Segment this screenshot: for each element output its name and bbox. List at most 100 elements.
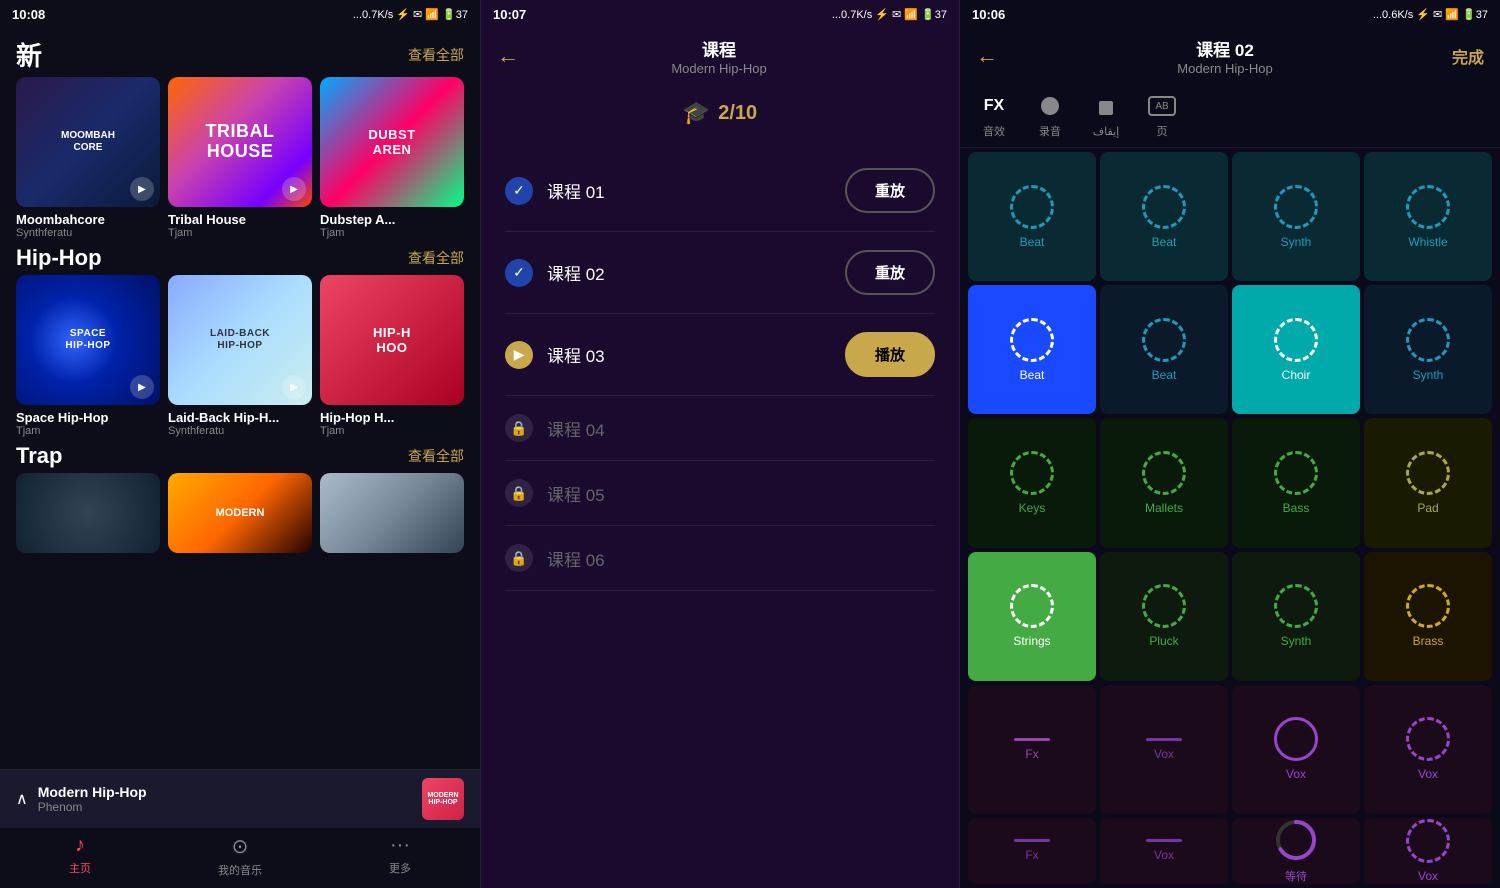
course-item-02[interactable]: ✓ 课程 02 重放 — [505, 232, 935, 314]
course-btn-02[interactable]: 重放 — [845, 250, 935, 295]
card-dubstep[interactable]: DUBSTAREN Dubstep A... Tjam — [320, 77, 464, 239]
panel3-header: ← 课程 02 Modern Hip-Hop 完成 — [960, 28, 1500, 84]
vox5-label: Vox — [1418, 869, 1438, 883]
tab-music[interactable]: ⊙ 我的音乐 — [160, 834, 320, 878]
course-status-locked-06: 🔒 — [505, 544, 533, 572]
course-btn-01[interactable]: 重放 — [845, 168, 935, 213]
card-moombahcore[interactable]: MOOMBAHCORE ▶ Moombahcore Synthferatu — [16, 77, 160, 239]
inst-keys[interactable]: Keys — [968, 418, 1096, 547]
strings-label: Strings — [1013, 634, 1050, 648]
card-trap3[interactable] — [320, 473, 464, 553]
inst-vox1[interactable]: Vox — [1100, 685, 1228, 814]
vox2-label: Vox — [1286, 767, 1306, 781]
record-label: 录音 — [1039, 123, 1061, 139]
record-icon — [1041, 97, 1059, 115]
keys-label: Keys — [1019, 501, 1046, 515]
course-status-locked-04: 🔒 — [505, 414, 533, 442]
stop-icon-box — [1088, 94, 1124, 122]
time-3: 10:06 — [972, 7, 1005, 22]
strings-circle — [1010, 584, 1054, 628]
panel3-header-center: 课程 02 Modern Hip-Hop — [998, 36, 1452, 76]
whistle-label: Whistle — [1408, 235, 1447, 249]
beat3-label: Beat — [1020, 368, 1045, 382]
inst-pad[interactable]: Pad — [1364, 418, 1492, 547]
tab-more[interactable]: ··· 更多 — [320, 834, 480, 878]
card-image-trap1 — [16, 473, 160, 553]
card-laidback[interactable]: LAID-BACKHIP-HOP ▶ Laid-Back Hip-H... Sy… — [168, 275, 312, 437]
panel-instruments: 10:06 ...0.6K/s ⚡ ✉ 📶 🔋37 ← 课程 02 Modern… — [960, 0, 1500, 888]
synth1-label: Synth — [1281, 235, 1312, 249]
back-button-3[interactable]: ← — [976, 43, 998, 69]
vox5-circle — [1406, 819, 1450, 863]
inst-strings[interactable]: Strings — [968, 552, 1096, 681]
tool-fx[interactable]: FX 音效 — [976, 92, 1012, 139]
inst-mallets[interactable]: Mallets — [1100, 418, 1228, 547]
inst-beat1[interactable]: Beat — [968, 152, 1096, 281]
view-all-new[interactable]: 查看全部 — [408, 45, 464, 65]
card-trap1[interactable] — [16, 473, 160, 553]
tab-home[interactable]: ♪ 主页 — [0, 834, 160, 878]
card-trap2[interactable]: MODERN — [168, 473, 312, 553]
synth2-circle — [1406, 318, 1450, 362]
whistle-circle — [1406, 185, 1450, 229]
card-space[interactable]: SPACEHIP-HOP ▶ Space Hip-Hop Tjam — [16, 275, 160, 437]
course-label-05: 课程 05 — [547, 481, 935, 506]
course-label-04: 课程 04 — [547, 416, 935, 441]
view-all-trap[interactable]: 查看全部 — [408, 446, 464, 466]
pluck-label: Pluck — [1149, 634, 1178, 648]
tool-ab[interactable]: AB 页 — [1144, 92, 1180, 139]
tab-more-label: 更多 — [389, 860, 411, 876]
inst-beat4[interactable]: Beat — [1100, 285, 1228, 414]
beat1-label: Beat — [1020, 235, 1045, 249]
inst-vox2[interactable]: Vox — [1232, 685, 1360, 814]
expand-icon[interactable]: ∧ — [16, 789, 28, 809]
view-all-hiphop[interactable]: 查看全部 — [408, 248, 464, 268]
bass-circle — [1274, 451, 1318, 495]
card-tribal[interactable]: TRIBALHOUSE ▶ Tribal House Tjam — [168, 77, 312, 239]
course-btn-03[interactable]: 播放 — [845, 332, 935, 377]
tool-stop[interactable]: إيقاف — [1088, 94, 1124, 138]
synth1-circle — [1274, 185, 1318, 229]
course-item-03[interactable]: ▶ 课程 03 播放 — [505, 314, 935, 396]
inst-beat3[interactable]: Beat — [968, 285, 1096, 414]
vox1-label: Vox — [1154, 747, 1174, 761]
now-playing-artist: Phenom — [38, 800, 412, 814]
inst-fx1[interactable]: Fx — [968, 685, 1096, 814]
now-playing-bar[interactable]: ∧ Modern Hip-Hop Phenom MODERNHIP-HOP — [0, 770, 480, 828]
inst-synth3[interactable]: Synth — [1232, 552, 1360, 681]
panel-browse: 10:08 ...0.7K/s ⚡ ✉ 📶 🔋37 新 查看全部 MOOMBAH… — [0, 0, 480, 888]
synth2-label: Synth — [1413, 368, 1444, 382]
inst-fx2[interactable]: Fx — [968, 818, 1096, 884]
play-btn-space[interactable]: ▶ — [130, 375, 154, 399]
course-item-01[interactable]: ✓ 课程 01 重放 — [505, 150, 935, 232]
inst-pluck[interactable]: Pluck — [1100, 552, 1228, 681]
inst-synth2[interactable]: Synth — [1364, 285, 1492, 414]
keys-circle — [1010, 451, 1054, 495]
tool-record[interactable]: 录音 — [1032, 92, 1068, 139]
play-btn-laidback[interactable]: ▶ — [282, 375, 306, 399]
done-button[interactable]: 完成 — [1452, 44, 1484, 68]
play-btn-moombahcore[interactable]: ▶ — [130, 177, 154, 201]
vox1-dash — [1146, 738, 1182, 741]
inst-synth1[interactable]: Synth — [1232, 152, 1360, 281]
inst-vox5[interactable]: Vox — [1364, 818, 1492, 884]
hiphop-label: Hip-Hop — [16, 245, 102, 271]
card-author-moombahcore: Synthferatu — [16, 227, 160, 239]
inst-whistle[interactable]: Whistle — [1364, 152, 1492, 281]
back-button-2[interactable]: ← — [497, 43, 519, 69]
inst-vox4[interactable]: Vox — [1100, 818, 1228, 884]
inst-vox3[interactable]: Vox — [1364, 685, 1492, 814]
inst-bass[interactable]: Bass — [1232, 418, 1360, 547]
course-label-02: 课程 02 — [547, 260, 831, 285]
inst-beat2[interactable]: Beat — [1100, 152, 1228, 281]
tab-bar: ♪ 主页 ⊙ 我的音乐 ··· 更多 — [0, 828, 480, 888]
card-hiphoph[interactable]: HIP-HHOO Hip-Hop H... Tjam — [320, 275, 464, 437]
inst-brass[interactable]: Brass — [1364, 552, 1492, 681]
course-status-completed-01: ✓ — [505, 177, 533, 205]
more-icon: ··· — [390, 834, 410, 857]
bass-label: Bass — [1283, 501, 1310, 515]
vox2-circle — [1274, 717, 1318, 761]
inst-choir[interactable]: Choir — [1232, 285, 1360, 414]
play-btn-tribal[interactable]: ▶ — [282, 177, 306, 201]
beat2-circle — [1142, 185, 1186, 229]
